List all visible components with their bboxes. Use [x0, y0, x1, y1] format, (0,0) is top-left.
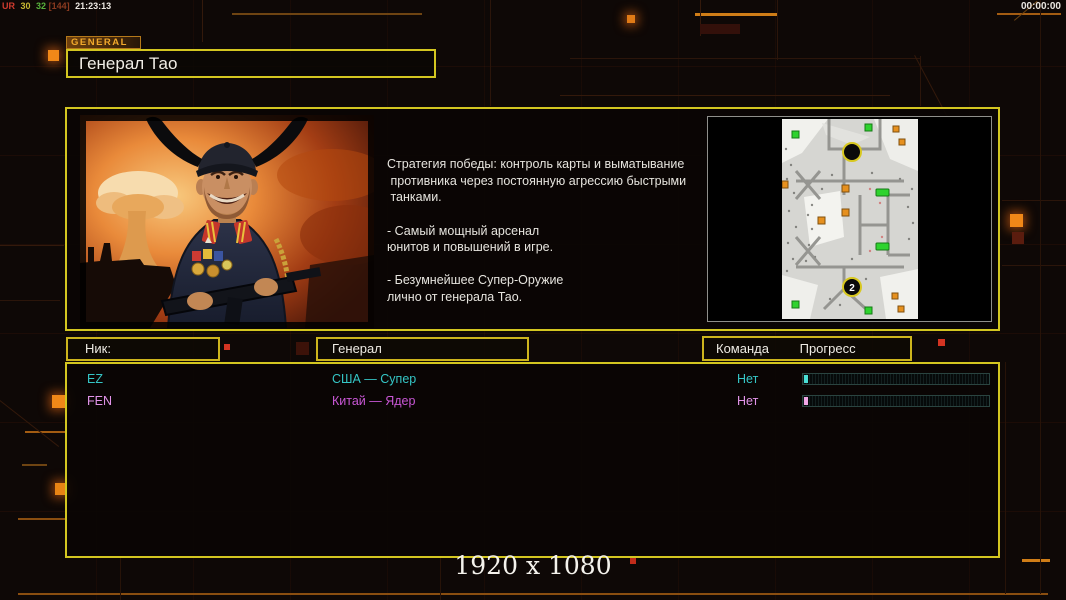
decor-square	[627, 15, 635, 23]
match-clock: 00:00:00	[1020, 1, 1061, 12]
column-header-nick-label: Ник:	[85, 341, 111, 356]
decor-square	[52, 395, 65, 408]
player-team: Нет	[737, 394, 759, 408]
minimap-frame: 2	[707, 116, 992, 322]
decor-line	[560, 95, 890, 96]
general-tab: GENERAL	[66, 36, 141, 49]
perf-ur: UR	[2, 1, 15, 11]
players-panel: EZ США — Супер Нет FEN Китай — Ядер Нет	[65, 362, 1000, 558]
progress-fill	[804, 397, 808, 405]
decor-square	[48, 50, 59, 61]
decor-line	[1002, 265, 1066, 266]
decor-diagonal-line	[0, 400, 60, 447]
loading-screen: UR 30 32 [144] 21:23:13 00:00:00 GENERAL…	[0, 0, 1066, 600]
player-row: EZ США — Супер Нет	[67, 369, 998, 391]
column-header-team-label: Команда	[716, 341, 769, 356]
general-portrait-art	[80, 115, 396, 329]
column-header-general-label: Генерал	[332, 341, 382, 356]
decor-line	[0, 300, 60, 301]
perf-value-bracket: [144]	[48, 1, 70, 11]
minimap-start-2-label: 2	[849, 283, 855, 294]
decor-line	[18, 593, 1048, 595]
decor-square	[938, 339, 945, 346]
player-progress-bar	[802, 395, 990, 407]
perf-value-30: 30	[20, 1, 31, 11]
decor-square	[224, 344, 230, 350]
decor-line	[1040, 0, 1041, 594]
column-header-progress-label: Прогресс	[799, 341, 856, 356]
decor-line	[490, 0, 491, 106]
player-row: FEN Китай — Ядер Нет	[67, 391, 998, 413]
column-header-team-progress: Команда Прогресс	[702, 336, 912, 361]
minimap: 2	[781, 119, 918, 319]
player-progress-bar	[802, 373, 990, 385]
decor-line	[18, 518, 65, 520]
general-name-text: Генерал Тао	[79, 54, 178, 73]
decor-line	[25, 431, 67, 433]
perf-time: 21:23:13	[75, 1, 112, 11]
resolution-label: 1920 x 1080	[454, 551, 612, 580]
general-portrait	[80, 115, 396, 329]
decor-line	[202, 0, 203, 42]
decor-line	[1002, 200, 1066, 201]
player-nick: FEN	[87, 394, 112, 408]
decor-square	[296, 342, 309, 355]
player-general: Китай — Ядер	[332, 394, 416, 408]
decor-line	[777, 0, 778, 60]
progress-fill	[804, 375, 808, 383]
decor-line	[997, 13, 1061, 15]
perf-value-32: 32	[36, 1, 47, 11]
decor-line	[695, 13, 777, 16]
general-info-panel: Стратегия победы: контроль карты и вымат…	[65, 107, 1000, 331]
decor-line	[920, 56, 921, 106]
decor-square	[1012, 232, 1024, 244]
decor-line	[22, 464, 47, 466]
decor-line	[232, 13, 422, 15]
decor-line	[570, 58, 920, 59]
general-description: Стратегия победы: контроль карты и вымат…	[387, 157, 687, 304]
decor-square	[700, 24, 740, 34]
player-team: Нет	[737, 372, 759, 386]
player-nick: EZ	[87, 372, 103, 386]
general-name-title: Генерал Тао	[66, 49, 436, 78]
decor-line	[0, 245, 64, 246]
minimap-start-1	[841, 142, 862, 162]
column-header-nick: Ник:	[66, 337, 220, 361]
decor-square	[1010, 214, 1023, 227]
player-general: США — Супер	[332, 372, 417, 386]
perf-overlay: UR 30 32 [144] 21:23:13	[2, 1, 114, 11]
column-header-general: Генерал	[316, 337, 529, 361]
